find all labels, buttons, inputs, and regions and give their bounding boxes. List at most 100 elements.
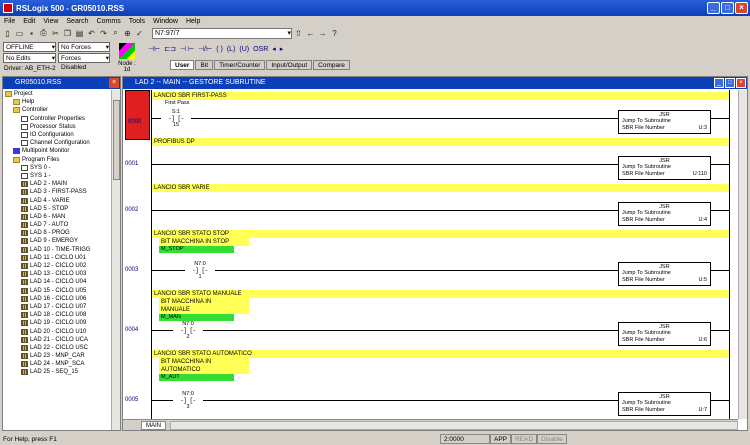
scrollbar-thumb[interactable]: [113, 100, 120, 180]
tree-item[interactable]: LAD 3 - FIRST-PASS: [3, 188, 112, 196]
xic-contact[interactable]: N7:0 -] [- 1: [185, 261, 215, 280]
osr-icon[interactable]: OSR: [253, 46, 268, 53]
project-scrollbar[interactable]: [111, 90, 120, 430]
back-arrow-icon[interactable]: ←: [305, 28, 316, 39]
menu-window[interactable]: Window: [149, 18, 182, 25]
new-file-icon[interactable]: ▯: [2, 28, 13, 39]
tree-item[interactable]: Program Files: [3, 156, 112, 164]
rung-icon[interactable]: ⊣⊢: [148, 45, 160, 53]
branch-icon[interactable]: ⊏⊐: [164, 45, 176, 53]
jsr-instruction[interactable]: JSR Jump To Subroutine SBR File Number U:5: [618, 262, 711, 286]
arrow-left-icon[interactable]: ◂: [272, 45, 276, 53]
tab-compare[interactable]: Compare: [313, 60, 350, 70]
forward-arrow-icon[interactable]: →: [317, 28, 328, 39]
address-field[interactable]: N7:97/7 ▾: [152, 27, 292, 39]
chevron-down-icon[interactable]: ▾: [287, 29, 291, 38]
tree-item[interactable]: Controller Properties: [3, 115, 112, 123]
jsr-instruction[interactable]: JSR Jump To Subroutine SBR File Number U:11…: [618, 156, 711, 180]
tab-input-output[interactable]: Input/Output: [266, 60, 313, 70]
undo-icon[interactable]: ↶: [86, 28, 97, 39]
tree-item[interactable]: Multipoint Monitor: [3, 147, 112, 155]
zoom-icon[interactable]: ⊕: [122, 28, 133, 39]
tree-item[interactable]: LAD 19 - CICLO U09: [3, 319, 112, 327]
ladder-horizontal-scrollbar[interactable]: [170, 420, 738, 430]
tree-item[interactable]: Project: [3, 90, 112, 98]
tree-item[interactable]: LAD 17 - CICLO U07: [3, 303, 112, 311]
tab-main[interactable]: MAIN: [141, 420, 166, 430]
tree-item[interactable]: IO Configuration: [3, 131, 112, 139]
xic-contact[interactable]: N7:0 -] [- 3: [173, 391, 203, 410]
tab-bit[interactable]: Bit: [195, 60, 214, 70]
tree-item[interactable]: LAD 8 - PROG: [3, 229, 112, 237]
xic-contact[interactable]: S:1 -] [- 15: [161, 109, 191, 128]
ladder-rung[interactable]: 0004 LANCIO SBR STATO MANUALE BIT MACCHINA…: [123, 288, 738, 348]
jsr-instruction[interactable]: JSR Jump To Subroutine SBR File Number U:7: [618, 392, 711, 416]
tree-item[interactable]: SYS 1 -: [3, 172, 112, 180]
tree-item[interactable]: LAD 13 - CICLO U03: [3, 270, 112, 278]
minimize-button[interactable]: _: [714, 78, 724, 88]
tree-item[interactable]: LAD 24 - MNP_SCA: [3, 360, 112, 368]
rung-number[interactable]: 0005: [125, 397, 138, 403]
jsr-instruction[interactable]: JSR Jump To Subroutine SBR File Number U:6: [618, 322, 711, 346]
menu-edit[interactable]: Edit: [19, 18, 39, 25]
tree-item[interactable]: LAD 9 - EMERGY: [3, 237, 112, 245]
tab-timer-counter[interactable]: Timer/Counter: [214, 60, 266, 70]
redo-icon[interactable]: ↷: [98, 28, 109, 39]
close-button[interactable]: ×: [735, 2, 748, 14]
tree-item[interactable]: LAD 11 - CICLO U01: [3, 254, 112, 262]
ladder-rung[interactable]: 0001 PROFIBUS DP JSR Jump To Subroutine SBR …: [123, 136, 738, 182]
tree-item[interactable]: LAD 22 - CICLO USC: [3, 344, 112, 352]
jsr-instruction[interactable]: JSR Jump To Subroutine SBR File Number U:3: [618, 110, 711, 134]
menu-search[interactable]: Search: [62, 18, 92, 25]
maximize-button[interactable]: □: [721, 2, 734, 14]
tree-item[interactable]: LAD 12 - CICLO U02: [3, 262, 112, 270]
menu-view[interactable]: View: [39, 18, 62, 25]
tree-item[interactable]: LAD 16 - CICLO U06: [3, 295, 112, 303]
ladder-rung[interactable]: 0005 LANCIO SBR STATO AUTOMATICO BIT MACCH…: [123, 348, 738, 418]
edits-dropdown[interactable]: No Edits ▾: [3, 53, 56, 63]
minimize-button[interactable]: _: [707, 2, 720, 14]
rung-number[interactable]: 0003: [125, 267, 138, 273]
ladder-rung[interactable]: 0003 LANCIO SBR STATO STOP BIT MACCHINA IN…: [123, 228, 738, 288]
ladder-rung[interactable]: 0002 LANCIO SBR VARIE JSR Jump To Subroutin…: [123, 182, 738, 228]
tree-item[interactable]: LAD 25 - SEQ_15: [3, 368, 112, 376]
tree-item[interactable]: Channel Configuration: [3, 139, 112, 147]
xic-contact[interactable]: N7:0 -] [- 2: [173, 321, 203, 340]
ladder-rung[interactable]: 0000 LANCIO SBR FIRST-PASS First Pass S:1 -]…: [123, 90, 738, 140]
tree-item[interactable]: LAD 6 - MAN: [3, 213, 112, 221]
ladder-vertical-scrollbar[interactable]: [738, 90, 747, 419]
xic-icon[interactable]: ⊣ ⊢: [180, 45, 194, 53]
go-icon[interactable]: ⇧: [293, 28, 304, 39]
open-folder-icon[interactable]: ▭: [14, 28, 25, 39]
save-icon[interactable]: ▪: [26, 28, 37, 39]
menu-tools[interactable]: Tools: [125, 18, 149, 25]
paste-icon[interactable]: ▤: [74, 28, 85, 39]
tree-item[interactable]: LAD 21 - CICLO UCA: [3, 336, 112, 344]
close-icon[interactable]: ×: [109, 78, 119, 88]
tree-item[interactable]: SYS 0 -: [3, 164, 112, 172]
menu-comms[interactable]: Comms: [93, 18, 125, 25]
ladder-diagram[interactable]: 0000 LANCIO SBR FIRST-PASS First Pass S:1 -]…: [123, 90, 738, 419]
jsr-instruction[interactable]: JSR Jump To Subroutine SBR File Number U:4: [618, 202, 711, 226]
tree-item[interactable]: LAD 15 - CICLO U05: [3, 287, 112, 295]
tree-item[interactable]: LAD 4 - VARIE: [3, 196, 112, 204]
mode-dropdown[interactable]: OFFLINE ▾: [3, 42, 56, 52]
forces-dropdown[interactable]: No Forces ▾: [58, 42, 110, 52]
tree-item[interactable]: Help: [3, 98, 112, 106]
rung-number-selected[interactable]: 0000: [125, 90, 150, 140]
ote-icon[interactable]: ( ): [216, 46, 223, 53]
tree-item[interactable]: LAD 14 - CICLO U04: [3, 278, 112, 286]
tree-item[interactable]: LAD 2 - MAIN: [3, 180, 112, 188]
maximize-button[interactable]: □: [725, 78, 735, 88]
rung-number[interactable]: 0004: [125, 327, 138, 333]
tree-item[interactable]: LAD 5 - STOP: [3, 205, 112, 213]
arrow-right-icon[interactable]: ▸: [280, 45, 284, 53]
tree-item[interactable]: Processor Status: [3, 123, 112, 131]
rung-number[interactable]: 0002: [125, 207, 138, 213]
copy-icon[interactable]: ❐: [62, 28, 73, 39]
tree-item[interactable]: Controller: [3, 106, 112, 114]
find-icon[interactable]: ⌕: [110, 28, 121, 39]
rung-number[interactable]: 0001: [125, 161, 138, 167]
cut-icon[interactable]: ✂: [50, 28, 61, 39]
tree-item[interactable]: LAD 23 - MNP_CAR: [3, 352, 112, 360]
